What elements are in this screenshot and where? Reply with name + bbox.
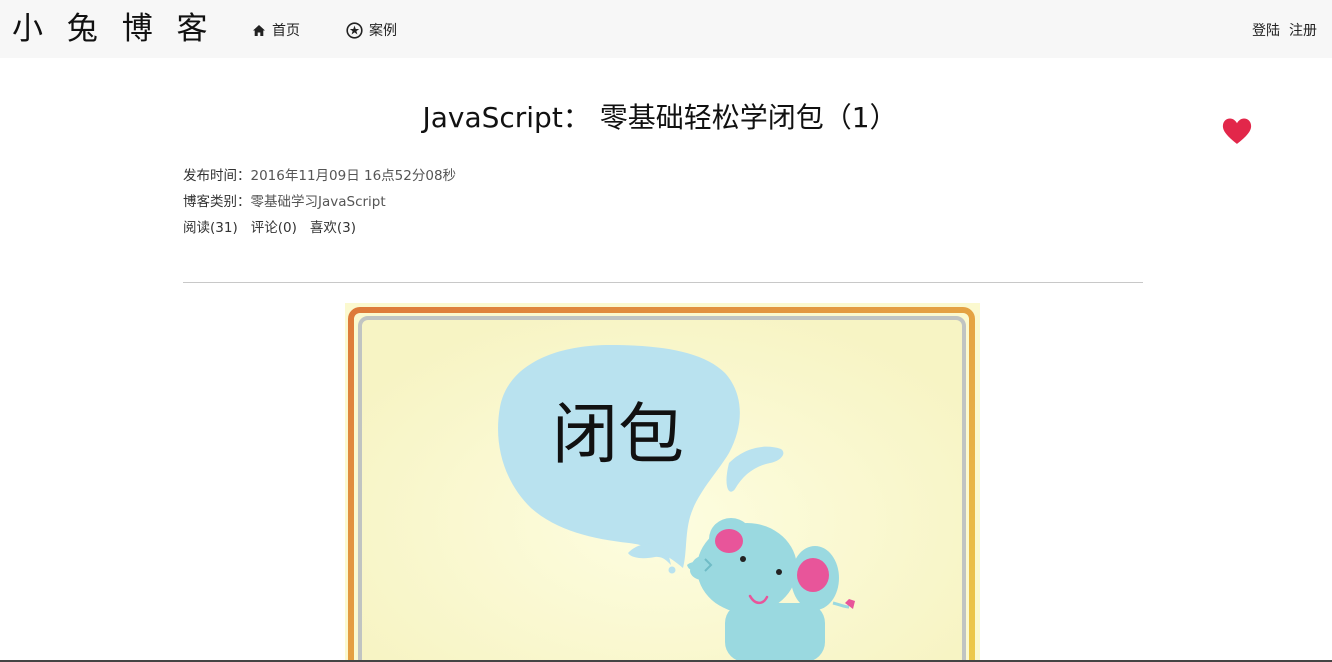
top-navbar: 小 兔 博 客 首页 案例 登陆 注册 <box>0 0 1332 58</box>
home-icon <box>252 24 266 37</box>
comment-count[interactable]: 评论(0) <box>251 218 297 238</box>
article-cover-image: 闭包 <box>345 303 980 662</box>
nav-home-label: 首页 <box>272 23 300 39</box>
article-title: JavaScript： 零基础轻松学闭包（1） <box>422 101 898 134</box>
publish-time-row: 发布时间：2016年11月09日 16点52分08秒 <box>183 166 456 186</box>
category-link[interactable]: 零基础学习JavaScript <box>251 194 386 210</box>
nav-cases-label: 案例 <box>369 23 397 39</box>
heart-icon <box>1222 118 1252 144</box>
register-link[interactable]: 注册 <box>1289 20 1317 40</box>
article-stats-row: 阅读(31) 评论(0) 喜欢(3) <box>183 218 369 238</box>
header-divider <box>183 282 1143 283</box>
cover-image-text: 闭包 <box>552 396 684 473</box>
favorite-heart-button[interactable] <box>1221 115 1253 147</box>
nav-home-link[interactable]: 首页 <box>252 20 300 40</box>
like-count[interactable]: 喜欢(3) <box>310 218 356 238</box>
category-label: 博客类别： <box>183 194 251 210</box>
read-count[interactable]: 阅读(31) <box>183 218 238 238</box>
nav-cases-link[interactable]: 案例 <box>346 20 397 40</box>
category-row: 博客类别：零基础学习JavaScript <box>183 192 386 212</box>
star-circle-icon <box>346 21 363 39</box>
publish-time-label: 发布时间： <box>183 168 251 184</box>
elephant-poster-illustration <box>345 303 980 662</box>
publish-time-value: 2016年11月09日 16点52分08秒 <box>250 168 457 184</box>
login-link[interactable]: 登陆 <box>1252 20 1280 40</box>
site-brand-logo[interactable]: 小 兔 博 客 <box>12 9 215 49</box>
